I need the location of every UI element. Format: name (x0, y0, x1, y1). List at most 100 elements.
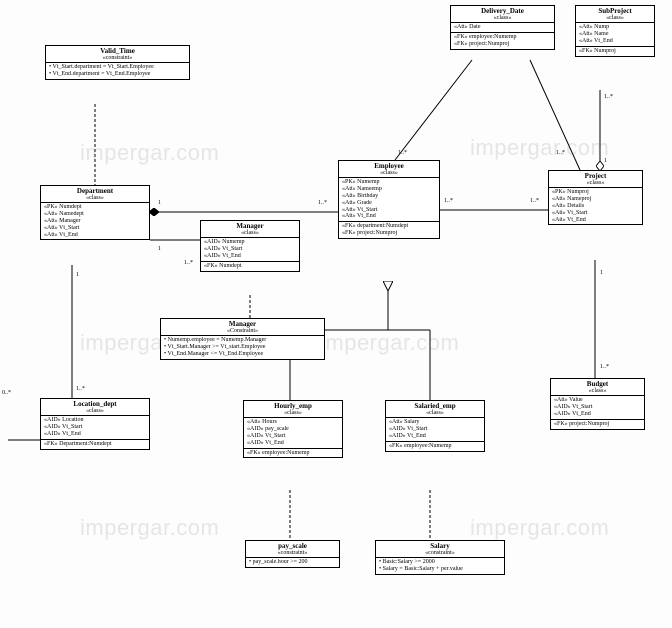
class-employee: Employee«class» «PK» Numemp «Att» Nameem… (338, 160, 440, 239)
class-stereo: «class» (579, 15, 651, 21)
class-stereo: «Constraint» (164, 328, 321, 334)
attr: «PK» Numproj (552, 189, 639, 196)
mult-dept-emp-1: 1 (158, 200, 161, 206)
class-stereo: «constraint» (249, 550, 336, 556)
class-stereo: «class» (552, 180, 639, 186)
class-subproject: SubProject«class» «Att» Nump «Att» Name … (575, 5, 655, 57)
fk: «FK» employee:Numemp (247, 450, 339, 457)
class-stereo: «class» (44, 408, 146, 414)
attr: «AID» Vt_End (247, 440, 339, 447)
fk: «FK» project:Numproj (342, 230, 436, 237)
attr: «Att» Grade (342, 200, 436, 207)
mult-loc-zero: 0..* (2, 390, 11, 396)
class-stereo: «class» (342, 170, 436, 176)
attr: «Att» Details (552, 203, 639, 210)
class-stereo: «class» (554, 388, 641, 394)
attr: «AID» pay_scale (247, 426, 339, 433)
class-valid-time: Valid_Time«constraint» • Vt_Start.depart… (45, 45, 190, 80)
fk: «FK» project:Numproj (554, 421, 641, 428)
attr: • Salary = Basic:Salary + per.value (379, 566, 501, 573)
class-title: Salaried_emp (389, 402, 481, 410)
attr: «AID» Location (44, 417, 146, 424)
attr: «AID» Vt_End (554, 411, 641, 418)
attr: «Att» Manager (44, 218, 146, 225)
mult-budg-many: 1..* (600, 364, 609, 370)
attr: «Att» Vt_End (44, 232, 146, 239)
constraint-salary: Salary«constraint» • Basic:Salary >= 200… (375, 540, 505, 575)
attr: • Numemp.employee = Numemp.Manager (164, 337, 321, 344)
constraint-pay-scale: pay_scale«constraint» • pay_scale.hour >… (245, 540, 340, 568)
mult-mgr-many: 1..* (184, 260, 193, 266)
attr: «Att» Vt_Start (552, 210, 639, 217)
attr: «Att» Salary (389, 419, 481, 426)
class-stereo: «class» (44, 195, 146, 201)
mult-proj-dd: 1..* (556, 150, 565, 156)
class-manager: Manager«class» «AID» Numemp «AID» Vt_Sta… (200, 220, 300, 272)
watermark: impergar.com (470, 135, 609, 161)
mult-emp-dd: 1..* (398, 150, 407, 156)
class-title: pay_scale (249, 542, 336, 550)
class-title: SubProject (579, 7, 651, 15)
attr: • Vt_End.Manager <= Vt_End.Employee (164, 351, 321, 358)
connector-layer (0, 0, 672, 628)
attr: «Att» Date (454, 24, 551, 31)
attr: «AID» Vt_Start (389, 426, 481, 433)
attr: • pay_scale.hour >= 200 (249, 559, 336, 566)
mult-emp-proj-many-l: 1..* (444, 198, 453, 204)
attr: «Att» Vt_End (552, 217, 639, 224)
class-title: Valid_Time (49, 47, 186, 55)
fk: «FK» employee:Numemp (454, 34, 551, 41)
class-department: Department«class» «PK» Numdept «Att» Nam… (40, 185, 150, 240)
mult-dept-mgr-1: 1 (158, 246, 161, 252)
attr: «AID» Vt_Start (44, 424, 146, 431)
attr: • Vt_Start.department = Vt_Start.Employe… (49, 64, 186, 71)
attr: «Att» Nump (579, 24, 651, 31)
attr: «Att» Nameemp (342, 186, 436, 193)
class-location-dept: Location_dept«class» «AID» Location «AID… (40, 398, 150, 450)
attr: • Basic:Salary >= 2000 (379, 559, 501, 566)
class-hourly-emp: Hourly_emp«class» «Att» Hours «AID» pay_… (243, 400, 343, 458)
attr: «Att» Nameproj (552, 196, 639, 203)
watermark: impergar.com (80, 515, 219, 541)
fk: «FK» Department:Numdept (44, 441, 146, 448)
class-stereo: «class» (204, 230, 296, 236)
fk: «FK» department:Numdept (342, 223, 436, 230)
class-title: Manager (164, 320, 321, 328)
attr: «Att» Hours (247, 419, 339, 426)
mult-proj-budg-1: 1 (600, 270, 603, 276)
class-title: Budget (554, 380, 641, 388)
attr: «Att» Name (579, 31, 651, 38)
fk: «FK» Numdept (204, 263, 296, 270)
attr: «Att» Vt_End (342, 213, 436, 220)
class-title: Employee (342, 162, 436, 170)
attr: «AID» Vt_Start (247, 433, 339, 440)
class-title: Delivery_Date (454, 7, 551, 15)
attr: «Att» Vt_Start (342, 207, 436, 214)
class-stereo: «class» (247, 410, 339, 416)
attr: «AID» Vt_End (44, 431, 146, 438)
attr: «AID» Numemp (204, 239, 296, 246)
attr: «PK» Numemp (342, 179, 436, 186)
attr: «PK» Numdept (44, 204, 146, 211)
class-title: Department (44, 187, 146, 195)
attr: «Att» Namedept (44, 211, 146, 218)
fk: «FK» Numproj (579, 48, 651, 55)
mult-sub-many: 1..* (604, 94, 613, 100)
class-stereo: «constraint» (379, 550, 501, 556)
mult-proj-sub-1: 1 (604, 158, 607, 164)
class-stereo: «class» (454, 15, 551, 21)
class-title: Project (552, 172, 639, 180)
class-title: Manager (204, 222, 296, 230)
fk: «FK» project:Numproj (454, 41, 551, 48)
attr: • Vt_End.department = Vt_End.Employee (49, 71, 186, 78)
mult-loc-many: 1..* (76, 386, 85, 392)
attr: «Att» Vt_End (579, 38, 651, 45)
attr: • Vt_Start.Manager >= Vt_start.Employee (164, 344, 321, 351)
class-stereo: «constraint» (49, 55, 186, 61)
mult-emp-proj-many-r: 1..* (530, 198, 539, 204)
attr: «Att» Birthday (342, 193, 436, 200)
attr: «Att» Vt_Start (44, 225, 146, 232)
watermark: impergar.com (80, 140, 219, 166)
mult-dept-loc-1: 1 (76, 272, 79, 278)
attr: «AID» Vt_Start (204, 246, 296, 253)
